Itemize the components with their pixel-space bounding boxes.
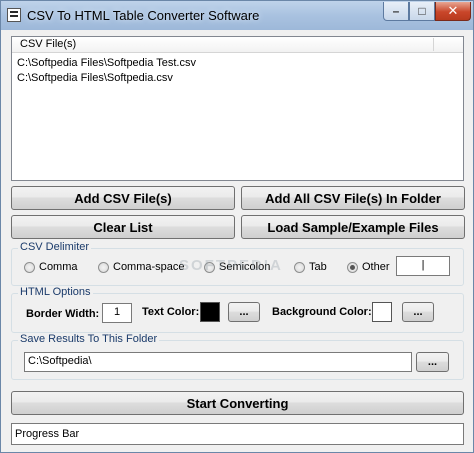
radio-label: Other [362,261,390,273]
load-sample-button[interactable]: Load Sample/Example Files [241,215,465,239]
list-header[interactable]: CSV File(s) [12,37,463,53]
progress-label: Progress Bar [15,428,80,440]
output-folder-input[interactable]: C:\Softpedia\ [24,352,412,372]
title-bar[interactable]: CSV To HTML Table Converter Software – □… [1,1,473,30]
background-color-swatch[interactable] [372,302,392,322]
app-window: CSV To HTML Table Converter Software – □… [0,0,474,453]
window-title: CSV To HTML Table Converter Software [27,8,260,23]
radio-label: Comma-space [113,261,185,273]
radio-button-icon [98,261,109,273]
text-color-browse-button[interactable]: ... [228,302,260,322]
radio-comma-space[interactable]: Comma-space [98,261,185,273]
radio-label: Tab [309,261,327,273]
list-item[interactable]: C:\Softpedia Files\Softpedia Test.csv [17,57,196,69]
csv-file-list[interactable]: CSV File(s) C:\Softpedia Files\Softpedia… [11,36,464,181]
html-options-group: HTML Options Border Width: 1 Text Color:… [11,286,464,333]
progress-bar: Progress Bar [11,423,464,445]
other-delimiter-input[interactable]: | [396,256,450,276]
text-color-swatch[interactable] [200,302,220,322]
border-width-input[interactable]: 1 [102,303,132,323]
radio-label: Comma [39,261,78,273]
radio-tab[interactable]: Tab [294,261,327,273]
radio-button-icon [24,261,35,273]
output-folder-browse-button[interactable]: ... [416,352,449,372]
html-options-label: HTML Options [18,286,93,298]
client-area: CSV File(s) C:\Softpedia Files\Softpedia… [1,30,473,452]
radio-comma[interactable]: Comma [24,261,78,273]
close-button[interactable]: ✕ [435,2,471,21]
background-color-label: Background Color: [272,306,372,318]
radio-button-icon [294,261,305,273]
save-results-group: Save Results To This Folder C:\Softpedia… [11,333,464,380]
list-header-label: CSV File(s) [20,38,77,50]
add-csv-files-button[interactable]: Add CSV File(s) [11,186,235,210]
save-results-label: Save Results To This Folder [18,333,160,345]
add-folder-button[interactable]: Add All CSV File(s) In Folder [241,186,465,210]
softpedia-watermark: SOFTPEDIA [179,257,283,274]
column-divider[interactable] [433,38,434,51]
radio-other[interactable]: Other [347,261,390,273]
list-item[interactable]: C:\Softpedia Files\Softpedia.csv [17,72,173,84]
text-color-label: Text Color: [142,306,200,318]
border-width-label: Border Width: [26,308,100,320]
csv-delimiter-label: CSV Delimiter [18,241,92,253]
maximize-button[interactable]: □ [409,2,435,21]
radio-button-icon [347,261,358,273]
background-color-browse-button[interactable]: ... [402,302,434,322]
minimize-button[interactable]: – [383,2,409,21]
start-converting-button[interactable]: Start Converting [11,391,464,415]
clear-list-button[interactable]: Clear List [11,215,235,239]
app-icon[interactable] [7,8,21,22]
